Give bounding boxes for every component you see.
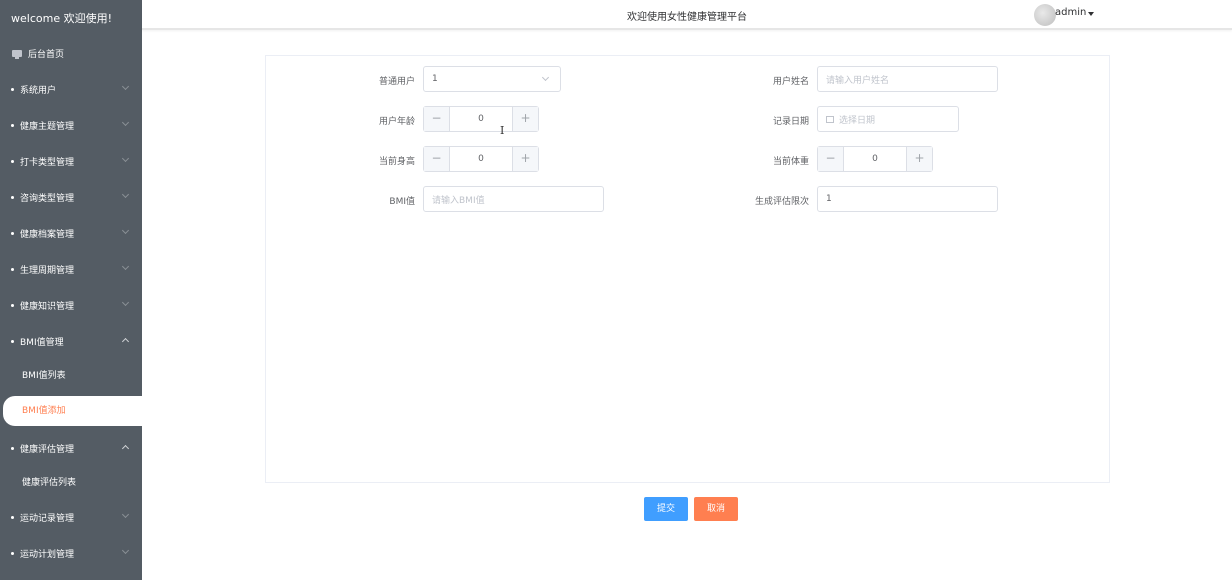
- decrement-button[interactable]: −: [424, 147, 450, 171]
- date-picker[interactable]: 选择日期: [817, 106, 959, 132]
- limit-value: 1: [826, 194, 832, 204]
- sidebar-item-label: 健康主题管理: [20, 121, 75, 132]
- bmi-placeholder: 请输入BMI值: [432, 195, 485, 206]
- bullet-icon: [11, 159, 14, 163]
- sidebar-item-label: 系统用户: [20, 85, 57, 96]
- name-placeholder: 请输入用户姓名: [826, 75, 890, 86]
- limit-label: 生成评估限次: [754, 197, 809, 207]
- brand-title: welcome 欢迎使用!: [11, 12, 112, 25]
- sidebar-item-label: 后台首页: [28, 49, 65, 60]
- sidebar-item-label: 运动记录管理: [20, 513, 75, 524]
- chevron-down-icon: [121, 226, 130, 235]
- chevron-down-icon: [121, 262, 130, 271]
- bullet-icon: [11, 303, 14, 307]
- bmi-input[interactable]: 请输入BMI值: [423, 186, 604, 212]
- user-select-value: 1: [432, 74, 438, 84]
- date-placeholder: 选择日期: [839, 115, 876, 126]
- bullet-icon: [11, 551, 14, 555]
- weight-stepper[interactable]: − 0 +: [817, 146, 933, 172]
- weight-label: 当前体重: [772, 157, 809, 167]
- cancel-button[interactable]: 取消: [694, 497, 738, 521]
- sidebar-subitem-bmi-list[interactable]: BMI值列表: [0, 361, 142, 391]
- sidebar-item-health-topic[interactable]: 健康主题管理: [0, 107, 142, 143]
- increment-button[interactable]: +: [512, 107, 538, 131]
- chevron-up-icon: [121, 337, 130, 346]
- sidebar-subitem-assess-list[interactable]: 健康评估列表: [0, 468, 142, 498]
- chevron-up-icon: [121, 444, 130, 453]
- sidebar-item-label: 健康评估管理: [20, 444, 75, 455]
- increment-button[interactable]: +: [906, 147, 932, 171]
- date-label: 记录日期: [772, 117, 809, 127]
- bullet-icon: [11, 87, 14, 91]
- chevron-down-icon: [121, 154, 130, 163]
- chevron-down-icon: [121, 298, 130, 307]
- sidebar-item-label: 打卡类型管理: [20, 157, 75, 168]
- sidebar-item-home[interactable]: 后台首页: [0, 38, 142, 68]
- sidebar-item-label: 健康档案管理: [20, 229, 75, 240]
- user-select[interactable]: 1: [423, 66, 561, 92]
- sidebar-item-consult-type[interactable]: 咨询类型管理: [0, 179, 142, 215]
- chevron-down-icon: [121, 510, 130, 519]
- text-cursor-icon: I: [500, 124, 505, 137]
- bmi-label: BMI值: [389, 197, 415, 207]
- chevron-down-icon: [121, 82, 130, 91]
- top-header: 欢迎使用女性健康管理平台 admin: [142, 0, 1232, 30]
- sidebar-item-label: BMI值管理: [20, 337, 64, 348]
- submit-button[interactable]: 提交: [644, 497, 688, 521]
- monitor-icon: [12, 49, 22, 59]
- bullet-icon: [11, 267, 14, 271]
- user-menu[interactable]: admin: [1055, 7, 1086, 18]
- sidebar-item-bmi[interactable]: BMI值管理: [0, 323, 142, 359]
- sidebar-subitem-bmi-add[interactable]: BMI值添加: [3, 396, 142, 426]
- chevron-down-icon: [121, 546, 130, 555]
- decrement-button[interactable]: −: [424, 107, 450, 131]
- weight-value[interactable]: 0: [844, 147, 906, 171]
- height-label: 当前身高: [378, 157, 415, 167]
- sidebar-item-label: 生理周期管理: [20, 265, 75, 276]
- sidebar-item-label: 健康知识管理: [20, 301, 75, 312]
- decrement-button[interactable]: −: [818, 147, 844, 171]
- chevron-down-icon: [541, 73, 550, 82]
- bullet-icon: [11, 123, 14, 127]
- caret-down-icon[interactable]: [1088, 12, 1094, 16]
- height-stepper[interactable]: − 0 +: [423, 146, 539, 172]
- sidebar-item-assessment[interactable]: 健康评估管理: [0, 430, 142, 466]
- chevron-down-icon: [121, 190, 130, 199]
- bullet-icon: [11, 446, 14, 450]
- chevron-down-icon: [121, 118, 130, 127]
- bullet-icon: [11, 195, 14, 199]
- avatar[interactable]: [1034, 4, 1056, 26]
- calendar-icon: [826, 115, 834, 123]
- sidebar-item-knowledge[interactable]: 健康知识管理: [0, 287, 142, 323]
- bullet-icon: [11, 339, 14, 343]
- sidebar: welcome 欢迎使用! 后台首页 系统用户 健康主题管理 打卡类型管理 咨询…: [0, 0, 142, 580]
- sidebar-item-label: 咨询类型管理: [20, 193, 75, 204]
- sidebar-item-system-users[interactable]: 系统用户: [0, 71, 142, 107]
- user-label: 普通用户: [378, 77, 415, 87]
- sidebar-item-cycle[interactable]: 生理周期管理: [0, 251, 142, 287]
- bullet-icon: [11, 515, 14, 519]
- sidebar-item-exercise-plan[interactable]: 运动计划管理: [0, 535, 142, 571]
- increment-button[interactable]: +: [512, 147, 538, 171]
- age-stepper[interactable]: − 0 +: [423, 106, 539, 132]
- name-input[interactable]: 请输入用户姓名: [817, 66, 998, 92]
- sidebar-item-health-record[interactable]: 健康档案管理: [0, 215, 142, 251]
- bullet-icon: [11, 231, 14, 235]
- limit-input[interactable]: 1: [817, 186, 998, 212]
- age-label: 用户年龄: [378, 117, 415, 127]
- sidebar-item-exercise-record[interactable]: 运动记录管理: [0, 499, 142, 535]
- sidebar-item-checkin-type[interactable]: 打卡类型管理: [0, 143, 142, 179]
- sidebar-item-label: 运动计划管理: [20, 549, 75, 560]
- height-value[interactable]: 0: [450, 147, 512, 171]
- name-label: 用户姓名: [772, 77, 809, 87]
